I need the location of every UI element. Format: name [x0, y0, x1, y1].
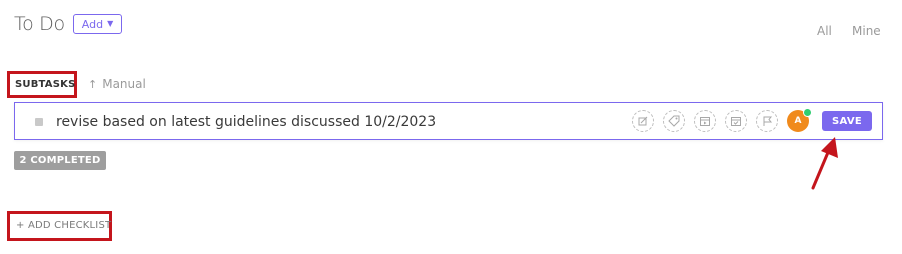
filter-mine-tab[interactable]: Mine [852, 24, 881, 38]
save-button[interactable]: SAVE [822, 111, 872, 131]
tag-icon[interactable] [663, 110, 685, 132]
edit-icon[interactable] [632, 110, 654, 132]
due-date-icon[interactable] [725, 110, 747, 132]
annotation-arrow-icon [811, 137, 838, 190]
priority-flag-icon[interactable] [756, 110, 778, 132]
add-button-label: Add [81, 17, 104, 31]
list-title: To Do [14, 13, 65, 35]
sort-toggle[interactable]: ↑ Manual [88, 77, 146, 91]
start-date-icon[interactable] [694, 110, 716, 132]
subtask-name-input[interactable] [56, 111, 616, 133]
arrow-up-icon: ↑ [88, 77, 98, 91]
online-status-dot [803, 108, 812, 117]
subtasks-label: SUBTASKS [15, 79, 76, 90]
sort-label: Manual [102, 77, 146, 91]
task-status-square[interactable] [35, 118, 43, 126]
completed-count-badge[interactable]: 2 COMPLETED [14, 151, 106, 170]
caret-down-icon: ▼ [107, 19, 114, 28]
add-checklist-button[interactable]: + ADD CHECKLIST [16, 220, 111, 231]
filter-all-tab[interactable]: All [817, 24, 832, 38]
add-dropdown-button[interactable]: Add ▼ [73, 14, 122, 34]
